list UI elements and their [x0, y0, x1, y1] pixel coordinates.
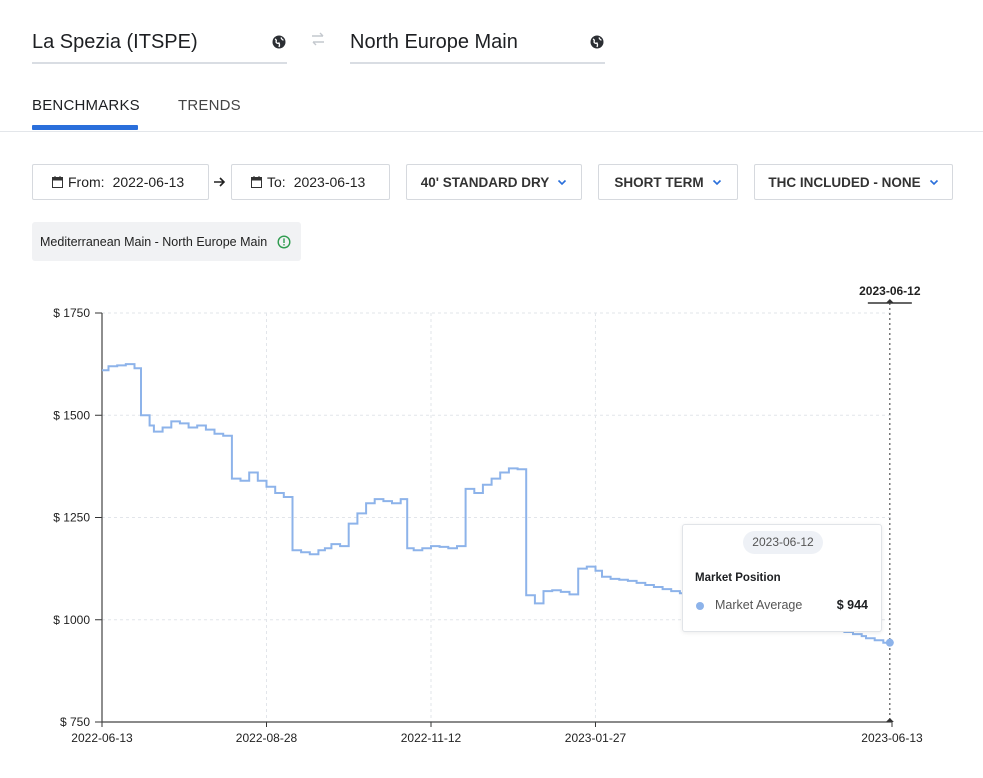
tooltip-value: $ 944: [836, 598, 868, 612]
tab-trends[interactable]: TRENDS: [178, 97, 241, 114]
x-tick-label: 2022-06-13: [71, 731, 133, 745]
y-tick-label: $ 1000: [53, 613, 90, 627]
tab-benchmarks[interactable]: BENCHMARKS: [32, 97, 140, 114]
x-tick-label: 2023-01-27: [565, 731, 627, 745]
term-dropdown[interactable]: SHORT TERM: [598, 164, 738, 200]
from-date-value: 2022-06-13: [112, 174, 185, 190]
x-tick-label: 2022-11-12: [401, 731, 462, 745]
active-tab-indicator: [32, 125, 138, 130]
chart-grid: [102, 312, 892, 722]
from-label: From:: [68, 174, 105, 190]
origin-port-field[interactable]: La Spezia (ITSPE): [32, 22, 287, 64]
thc-label: THC INCLUDED - NONE: [768, 174, 921, 190]
y-tick-label: $ 1750: [53, 306, 90, 320]
y-tick-label: $ 1250: [53, 511, 90, 525]
chart-tooltip: 2023-06-12 Market Position Market Averag…: [682, 524, 882, 632]
x-tick-label: 2022-08-28: [236, 731, 298, 745]
y-tick-label: $ 750: [60, 715, 90, 729]
tab-bar: BENCHMARKS TRENDS: [0, 86, 983, 132]
chart-crosshair: 2023-06-12: [859, 284, 921, 722]
tooltip-series-marker: [696, 602, 704, 610]
route-chip-label: Mediterranean Main - North Europe Main: [40, 234, 268, 249]
price-chart[interactable]: $ 1750 $ 1500 $ 1250 $ 1000 $ 750 2022-06-13 2…: [0, 270, 983, 760]
x-tick-label: 2023-06-13: [861, 731, 923, 745]
chevron-down-icon: [558, 179, 567, 185]
container-type-dropdown[interactable]: 40' STANDARD DRY: [406, 164, 582, 200]
to-label: To:: [267, 174, 286, 190]
tooltip-series-name: Market Average: [715, 598, 803, 612]
chevron-down-icon: [929, 179, 938, 185]
route-chip: Mediterranean Main - North Europe Main: [32, 222, 301, 261]
tooltip-title: Market Position: [695, 572, 781, 584]
from-date-picker[interactable]: From: 2022-06-13: [32, 164, 209, 200]
info-icon[interactable]: [277, 234, 291, 249]
crosshair-bottom-marker: [885, 718, 894, 722]
container-type-label: 40' STANDARD DRY: [420, 174, 550, 190]
term-label: SHORT TERM: [614, 174, 704, 190]
y-tick-label: $ 1500: [53, 408, 90, 422]
highlight-point: [885, 638, 894, 647]
tooltip-date: 2023-06-12: [743, 531, 823, 554]
destination-port-field[interactable]: North Europe Main: [350, 22, 605, 64]
to-date-value: 2023-06-13: [293, 174, 366, 190]
globe-icon[interactable]: [589, 34, 605, 50]
globe-icon[interactable]: [271, 34, 287, 50]
calendar-icon: [52, 176, 63, 188]
destination-port-name: North Europe Main: [350, 30, 518, 53]
arrow-right-icon: [214, 177, 226, 187]
crosshair-date-label: 2023-06-12: [859, 284, 921, 298]
to-date-picker[interactable]: To: 2023-06-13: [231, 164, 390, 200]
chevron-down-icon: [712, 179, 721, 185]
swap-icon[interactable]: [309, 31, 327, 47]
calendar-icon: [251, 176, 262, 188]
thc-dropdown[interactable]: THC INCLUDED - NONE: [754, 164, 953, 200]
crosshair-top-marker: [885, 299, 894, 303]
origin-port-name: La Spezia (ITSPE): [32, 30, 198, 53]
